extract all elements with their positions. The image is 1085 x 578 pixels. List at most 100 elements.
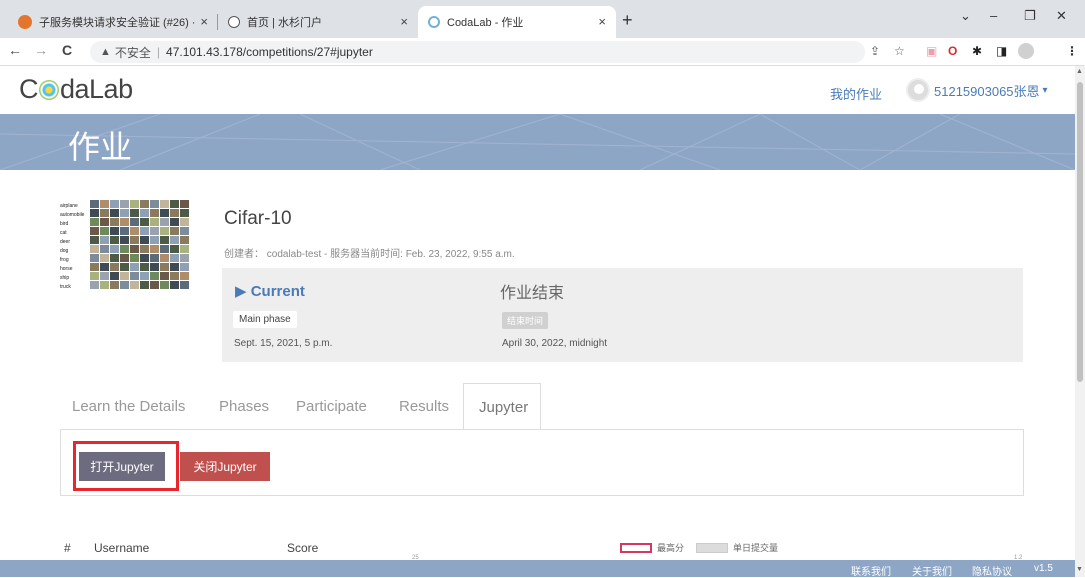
tab-close-icon[interactable]: × [200, 14, 208, 29]
scroll-up-icon[interactable]: ▲ [1076, 68, 1083, 75]
image-thumbnail [180, 209, 189, 217]
tab-search-icon[interactable]: ⌄ [960, 8, 971, 24]
star-icon[interactable]: ☆ [894, 44, 905, 58]
reload-icon[interactable]: C [62, 42, 72, 58]
tab-results[interactable]: Results [399, 398, 449, 415]
legend-swatch-outline [620, 542, 652, 553]
puzzle-icon[interactable]: ✱ [972, 44, 982, 58]
back-arrow-icon[interactable]: ← [8, 42, 22, 58]
current-phase-label: ▶ Current [235, 283, 305, 300]
image-thumbnail [180, 236, 189, 244]
image-class-label: truck [60, 284, 71, 290]
image-thumbnail [170, 200, 179, 208]
browser-tab-codalab[interactable]: CodaLab - 作业 × [418, 6, 616, 38]
image-thumbnail [160, 227, 169, 235]
image-thumbnail [90, 227, 99, 235]
image-thumbnail [90, 218, 99, 226]
image-thumbnail [120, 209, 129, 217]
image-thumbnail [130, 227, 139, 235]
image-thumbnail [170, 236, 179, 244]
user-menu[interactable]: 51215903065张恩 ▾ [906, 78, 1048, 102]
image-thumbnail [170, 218, 179, 226]
menu-icon[interactable]: ⋮ [1066, 44, 1078, 58]
footer-link-about[interactable]: 关于我们 [912, 563, 952, 578]
browser-tab-portal[interactable]: 首页 | 水杉门户 × [218, 6, 418, 38]
end-time-badge: 结束时间 [502, 312, 549, 329]
image-thumbnail [150, 263, 159, 271]
phase-name-badge: Main phase [233, 311, 297, 328]
tab-participate[interactable]: Participate [296, 398, 367, 415]
image-thumbnail [120, 254, 129, 262]
image-thumbnail [140, 281, 149, 289]
image-thumbnail [110, 209, 119, 217]
image-thumbnail [100, 227, 109, 235]
profile-icon[interactable] [1018, 43, 1034, 59]
image-thumbnail [90, 236, 99, 244]
image-class-label: cat [60, 230, 67, 236]
image-thumbnail [140, 245, 149, 253]
image-thumbnail [170, 227, 179, 235]
ext-red-icon[interactable]: ▣ [926, 44, 937, 58]
my-work-link[interactable]: 我的作业 [830, 84, 882, 103]
image-thumbnail [160, 200, 169, 208]
page-scrollbar[interactable]: ▲ ▼ [1075, 66, 1085, 577]
share-icon[interactable]: ⇪ [870, 44, 880, 58]
image-thumbnail [110, 281, 119, 289]
tab-jupyter[interactable]: Jupyter [463, 383, 541, 430]
image-thumbnail [110, 236, 119, 244]
image-thumbnail [120, 218, 129, 226]
forward-arrow-icon[interactable]: → [34, 42, 48, 58]
image-thumbnail [130, 281, 139, 289]
image-class-label: airplane [60, 203, 78, 209]
image-thumbnail [140, 272, 149, 280]
close-window-button[interactable]: ✕ [1056, 8, 1067, 24]
column-header-score: Score [287, 541, 319, 555]
image-thumbnail [100, 218, 109, 226]
image-thumbnail [100, 200, 109, 208]
image-thumbnail [150, 254, 159, 262]
image-thumbnail [170, 281, 179, 289]
image-thumbnail [100, 281, 109, 289]
image-thumbnail [140, 236, 149, 244]
footer-link-privacy[interactable]: 隐私协议 [972, 563, 1012, 578]
chart-legend-best: 最高分 [620, 541, 684, 554]
image-thumbnail [150, 218, 159, 226]
image-thumbnail [100, 254, 109, 262]
restore-button[interactable]: ❐ [1024, 8, 1036, 24]
browser-tab-gitlab[interactable]: 子服务模块请求安全验证 (#26) · × [8, 6, 218, 38]
jupyter-panel: 打开Jupyter 关闭Jupyter [60, 429, 1024, 496]
image-thumbnail-grid [90, 200, 189, 289]
image-thumbnail [150, 272, 159, 280]
scroll-down-icon[interactable]: ▼ [1076, 566, 1083, 573]
codalab-logo[interactable]: CdaLab [19, 74, 133, 105]
new-tab-button[interactable]: + [622, 10, 633, 31]
footer-link-contact[interactable]: 联系我们 [851, 563, 891, 578]
avatar [906, 78, 930, 102]
image-thumbnail [110, 200, 119, 208]
warning-icon[interactable]: ▲ [100, 46, 111, 58]
close-jupyter-button[interactable]: 关闭Jupyter [180, 452, 270, 481]
insecure-label[interactable]: 不安全 [115, 44, 151, 61]
tab-close-icon[interactable]: × [400, 14, 408, 29]
open-jupyter-button[interactable]: 打开Jupyter [79, 452, 165, 481]
image-thumbnail [180, 200, 189, 208]
address-bar[interactable]: ▲ 不安全 | 47.101.43.178/competitions/27#ju… [90, 41, 865, 63]
minimize-button[interactable]: – [990, 8, 997, 23]
opera-icon[interactable]: O [948, 44, 957, 58]
page-title: 作业 [68, 129, 133, 165]
tab-phases[interactable]: Phases [219, 398, 269, 415]
url-text[interactable]: 47.101.43.178/competitions/27#jupyter [166, 45, 373, 59]
site-header: CdaLab 我的作业 51215903065张恩 ▾ [0, 66, 1075, 114]
sidepanel-icon[interactable]: ◨ [996, 44, 1007, 58]
site-footer: 联系我们 关于我们 隐私协议 v1.5 [0, 560, 1075, 578]
image-thumbnail [180, 263, 189, 271]
image-thumbnail [150, 236, 159, 244]
image-thumbnail [140, 209, 149, 217]
tab-learn-the-details[interactable]: Learn the Details [72, 398, 185, 415]
tab-close-icon[interactable]: × [598, 14, 606, 29]
image-thumbnail [130, 200, 139, 208]
column-header-username: Username [94, 541, 150, 555]
page-banner: 作业 [0, 114, 1075, 170]
footer-version: v1.5 [1034, 563, 1053, 574]
scrollbar-thumb[interactable] [1077, 82, 1083, 382]
